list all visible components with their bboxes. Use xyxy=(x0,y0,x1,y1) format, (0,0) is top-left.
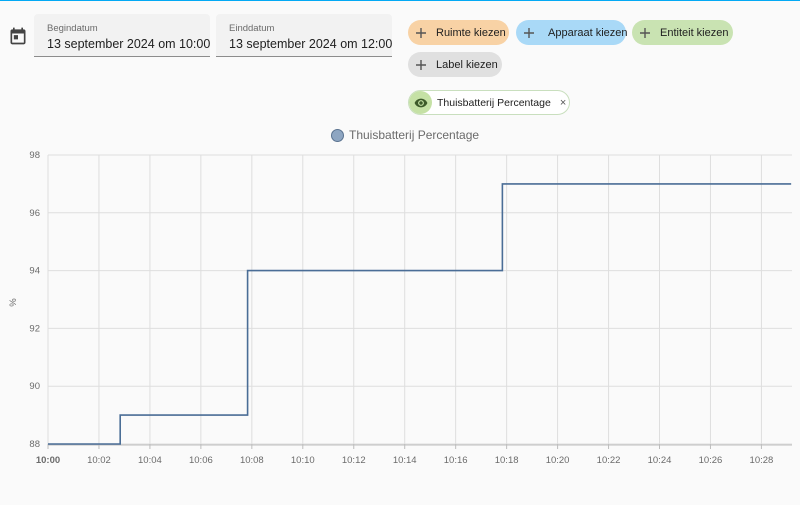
x-tick-label: 10:28 xyxy=(750,455,774,466)
x-tick-label: 10:14 xyxy=(393,455,417,466)
x-tick-label: 10:16 xyxy=(444,455,468,466)
series-line xyxy=(48,183,792,445)
y-tick-label: 90 xyxy=(29,381,40,392)
x-tick-label: 10:04 xyxy=(138,455,162,466)
x-tick-label: 10:24 xyxy=(648,455,672,466)
x-tick-label: 10:00 xyxy=(36,455,60,466)
x-tick-label: 10:18 xyxy=(495,455,519,466)
x-tick-label: 10:12 xyxy=(342,455,366,466)
y-tick-label: 88 xyxy=(29,439,40,450)
y-tick-label: 94 xyxy=(29,266,40,277)
y-axis-unit-label: % xyxy=(8,298,19,307)
x-tick-label: 10:06 xyxy=(189,455,213,466)
history-chart: 88 90 92 94 96 98 10:00 10:02 10:04 10:06 10:08 10:… xyxy=(8,150,792,466)
x-tick-label: 10:10 xyxy=(291,455,315,466)
y-tick-label: 96 xyxy=(29,208,40,219)
x-tick-label: 10:20 xyxy=(546,455,570,466)
x-tick-label: 10:26 xyxy=(699,455,723,466)
x-tick-label: 10:08 xyxy=(240,455,264,466)
x-tick-label: 10:02 xyxy=(87,455,111,466)
x-tick-label: 10:22 xyxy=(597,455,621,466)
y-tick-label: 92 xyxy=(29,323,40,334)
y-tick-label: 98 xyxy=(29,150,40,161)
